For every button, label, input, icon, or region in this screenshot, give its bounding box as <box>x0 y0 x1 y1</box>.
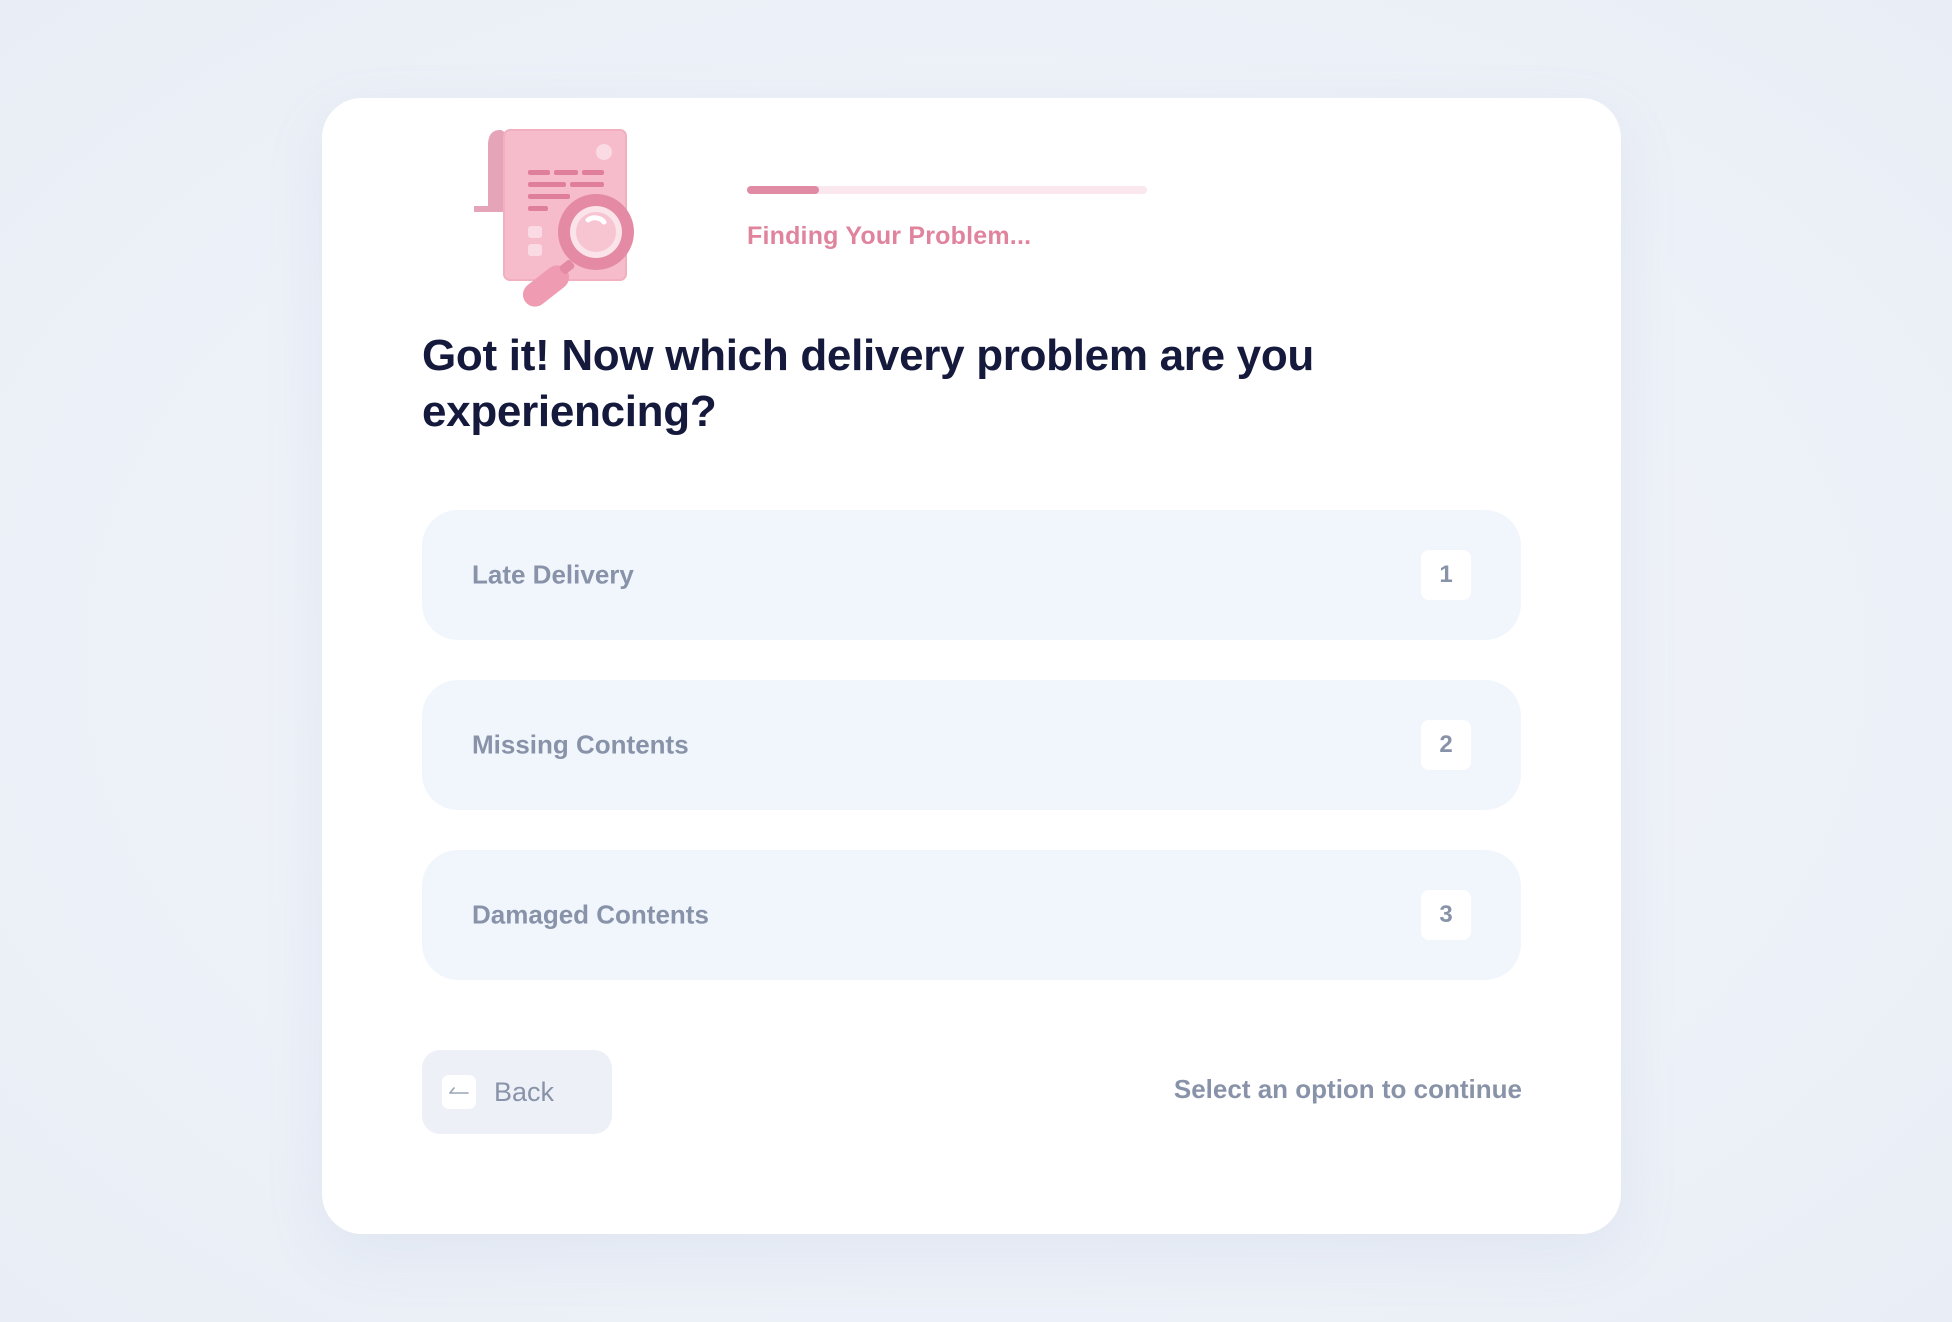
option-label: Damaged Contents <box>472 899 709 930</box>
option-late-delivery[interactable]: Late Delivery 1 <box>422 510 1521 640</box>
option-missing-contents[interactable]: Missing Contents 2 <box>422 680 1521 810</box>
continue-hint: Select an option to continue <box>1173 1074 1522 1104</box>
progress-bar-fill <box>747 186 819 194</box>
option-label: Late Delivery <box>472 559 634 590</box>
option-key-badge: 3 <box>1421 890 1471 940</box>
option-label: Missing Contents <box>472 729 689 760</box>
option-key-badge: 1 <box>1421 550 1471 600</box>
option-key-badge: 2 <box>1421 720 1471 770</box>
question-title: Got it! Now which delivery problem are y… <box>422 331 1315 436</box>
arrow-left-icon <box>442 1075 476 1109</box>
progress-bar <box>747 186 1147 194</box>
back-button-label: Back <box>494 1076 555 1107</box>
question-card: Finding Your Problem... Got it! Now whic… <box>322 98 1621 1234</box>
page-background: Finding Your Problem... Got it! Now whic… <box>0 0 1952 1322</box>
options-list: Late Delivery 1 Missing Contents 2 Damag… <box>422 510 1521 1020</box>
option-damaged-contents[interactable]: Damaged Contents 3 <box>422 850 1521 980</box>
progress-status-text: Finding Your Problem... <box>747 222 1032 250</box>
back-button[interactable]: Back <box>422 1050 612 1134</box>
document-magnifier-icon <box>474 129 634 307</box>
